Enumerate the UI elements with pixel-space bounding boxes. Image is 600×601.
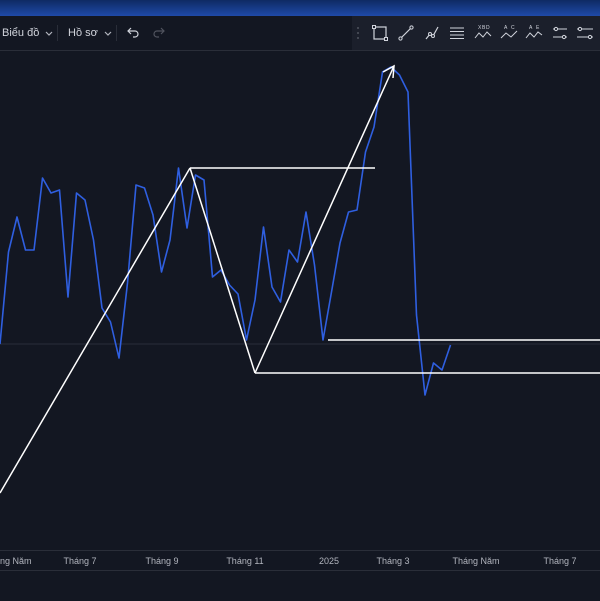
fib-lines-icon[interactable] bbox=[448, 24, 466, 42]
time-axis-label: Tháng 7 bbox=[543, 556, 577, 566]
abcd-pattern-icon[interactable]: A C bbox=[500, 24, 518, 42]
time-axis-label: Tháng 7 bbox=[63, 556, 97, 566]
time-axis-label: Tháng Năm bbox=[452, 556, 500, 566]
toolbar-divider bbox=[57, 25, 58, 41]
parallel-channel-icon[interactable] bbox=[551, 24, 569, 42]
rectangle-icon[interactable] bbox=[371, 24, 389, 42]
pattern-letter: A bbox=[529, 25, 533, 31]
pattern-letter: A bbox=[504, 25, 508, 31]
window-top-bar bbox=[0, 0, 600, 16]
drawing-layer[interactable] bbox=[0, 64, 600, 494]
xabcd-pattern-icon[interactable]: X B D bbox=[474, 24, 492, 42]
toolbar-divider bbox=[116, 25, 117, 41]
time-axis-label: 2025 bbox=[318, 556, 340, 566]
profile-menu-label: Hồ sơ bbox=[68, 27, 98, 39]
time-axis-label: Tháng 3 bbox=[376, 556, 410, 566]
drag-handle-icon[interactable] bbox=[356, 26, 360, 40]
drawing-toolbar: X B D A C A E bbox=[352, 16, 600, 50]
price-line bbox=[0, 66, 452, 396]
time-axis-label: Tháng Năm bbox=[0, 556, 32, 566]
pattern-letter: D bbox=[486, 25, 490, 31]
pattern-letter: C bbox=[511, 25, 515, 31]
pattern-letter: E bbox=[536, 25, 540, 31]
redo-icon[interactable] bbox=[152, 25, 166, 39]
undo-icon[interactable] bbox=[126, 25, 140, 39]
time-axis-label: Tháng 11 bbox=[226, 556, 264, 566]
profile-menu-button[interactable]: Hồ sơ bbox=[68, 16, 113, 50]
time-axis[interactable]: Tháng Năm Tháng 7 Tháng 9 Tháng 11 2025 … bbox=[0, 550, 600, 571]
chart-menu-label: Biểu đồ bbox=[2, 27, 40, 39]
bottom-panel bbox=[0, 570, 600, 601]
chart-menu-button[interactable]: Biểu đồ bbox=[2, 16, 54, 50]
time-axis-label: Tháng 9 bbox=[145, 556, 179, 566]
drawing-line[interactable] bbox=[0, 167, 191, 494]
chevron-down-icon bbox=[45, 31, 53, 36]
abcde-pattern-icon[interactable]: A E bbox=[525, 24, 543, 42]
path-icon[interactable] bbox=[423, 24, 441, 42]
price-series bbox=[0, 66, 452, 396]
price-chart[interactable] bbox=[0, 51, 600, 550]
drawing-line[interactable] bbox=[189, 167, 256, 374]
chevron-down-icon bbox=[104, 31, 112, 36]
trend-line-icon[interactable] bbox=[397, 24, 415, 42]
regression-icon[interactable] bbox=[576, 24, 594, 42]
